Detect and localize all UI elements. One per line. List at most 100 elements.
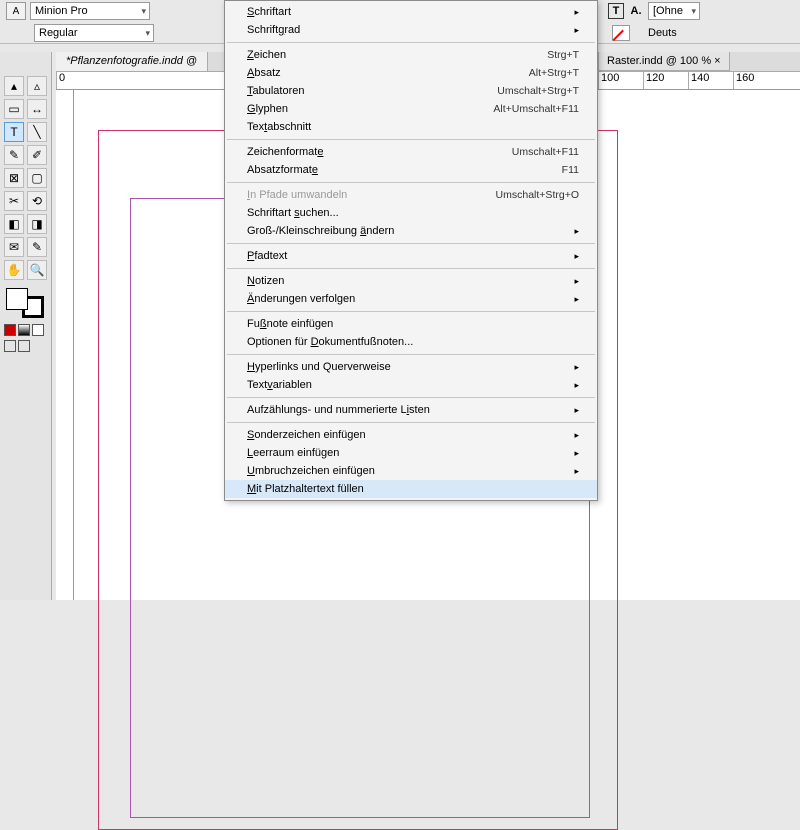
vertical-ruler	[56, 90, 74, 600]
charstyle-select[interactable]: [Ohne	[648, 2, 700, 20]
menu-item[interactable]: Leerraum einfügen	[225, 444, 597, 462]
menu-item[interactable]: Notizen	[225, 272, 597, 290]
apply-none-icon[interactable]	[32, 324, 44, 336]
menu-item[interactable]: Zeichenformate Umschalt+F11	[225, 143, 597, 161]
gap-tool-icon[interactable]: ↔	[27, 99, 47, 119]
menu-item[interactable]: Textvariablen	[225, 376, 597, 394]
menu-shortcut: Alt+Umschalt+F11	[493, 103, 579, 115]
menu-shortcut: Alt+Strg+T	[529, 67, 579, 79]
page-tool-icon[interactable]: ▭	[4, 99, 24, 119]
menu-item-label: Änderungen verfolgen	[247, 293, 355, 305]
menu-item-label: Fußnote einfügen	[247, 318, 333, 330]
line-tool-icon[interactable]: ╲	[27, 122, 47, 142]
scissors-tool-icon[interactable]: ✂	[4, 191, 24, 211]
pencil-tool-icon[interactable]: ✐	[27, 145, 47, 165]
eyedropper-tool-icon[interactable]: ✎	[27, 237, 47, 257]
apply-color-icon[interactable]	[4, 324, 16, 336]
menu-item[interactable]: Schriftart	[225, 3, 597, 21]
menu-item-label: Zeichen	[247, 49, 286, 61]
menu-item[interactable]: Hyperlinks und Querverweise	[225, 358, 597, 376]
normal-mode-icon[interactable]	[4, 340, 16, 352]
submenu-arrow-icon	[564, 404, 579, 416]
frame-tool-icon[interactable]: ⊠	[4, 168, 24, 188]
menu-item[interactable]: Groß-/Kleinschreibung ändern	[225, 222, 597, 240]
pen-tool-icon[interactable]: ✎	[4, 145, 24, 165]
gradient-swatch-tool-icon[interactable]: ◧	[4, 214, 24, 234]
menu-separator	[227, 311, 595, 312]
menu-item[interactable]: Mit Platzhaltertext füllen	[225, 480, 597, 498]
document-tab-1[interactable]: *Pflanzenfotografie.indd @	[56, 52, 208, 71]
gradient-feather-tool-icon[interactable]: ◨	[27, 214, 47, 234]
menu-item[interactable]: Pfadtext	[225, 247, 597, 265]
apply-gradient-icon[interactable]	[18, 324, 30, 336]
type-tool-icon[interactable]: T	[4, 122, 24, 142]
menu-item[interactable]: Optionen für Dokumentfußnoten...	[225, 333, 597, 351]
transform-tool-icon[interactable]: ⟲	[27, 191, 47, 211]
font-family-select[interactable]: Minion Pro	[30, 2, 150, 20]
char-panel-icon[interactable]: A	[6, 2, 26, 20]
submenu-arrow-icon	[564, 361, 579, 373]
menu-item-label: Notizen	[247, 275, 284, 287]
menu-item: In Pfade umwandelnUmschalt+Strg+O	[225, 186, 597, 204]
menu-item-label: Tabulatoren	[247, 85, 305, 97]
menu-item[interactable]: Fußnote einfügen	[225, 315, 597, 333]
menu-shortcut: Umschalt+F11	[512, 146, 579, 158]
direct-selection-tool-icon[interactable]: ▵	[27, 76, 47, 96]
document-tab-2[interactable]: Raster.indd @ 100 % ×	[598, 52, 730, 71]
note-tool-icon[interactable]: ✉	[4, 237, 24, 257]
menu-item[interactable]: Absatzformate F11	[225, 161, 597, 179]
menu-item[interactable]: Glyphen Alt+Umschalt+F11	[225, 100, 597, 118]
stroke-none-icon[interactable]	[612, 25, 630, 41]
menu-shortcut: Strg+T	[547, 49, 579, 61]
charstyle-icon: A.	[628, 3, 644, 19]
menu-shortcut: F11	[562, 164, 579, 176]
menu-item-label: Mit Platzhaltertext füllen	[247, 483, 364, 495]
menu-separator	[227, 42, 595, 43]
menu-item-label: Absatz	[247, 67, 281, 79]
menu-separator	[227, 397, 595, 398]
font-style-value: Regular	[39, 27, 78, 39]
menu-item-label: Sonderzeichen einfügen	[247, 429, 366, 441]
menu-item[interactable]: Tabulatoren Umschalt+Strg+T	[225, 82, 597, 100]
menu-separator	[227, 243, 595, 244]
charcolor-icon[interactable]: T	[608, 3, 624, 19]
menu-item-label: Pfadtext	[247, 250, 287, 262]
selection-tool-icon[interactable]: ▴	[4, 76, 24, 96]
submenu-arrow-icon	[564, 275, 579, 287]
menu-item[interactable]: Aufzählungs- und nummerierte Listen	[225, 401, 597, 419]
menu-item[interactable]: Änderungen verfolgen	[225, 290, 597, 308]
menu-item-label: Aufzählungs- und nummerierte Listen	[247, 404, 430, 416]
menu-item-label: Leerraum einfügen	[247, 447, 339, 459]
menu-item[interactable]: Absatz Alt+Strg+T	[225, 64, 597, 82]
language-label: Deuts	[648, 27, 677, 39]
font-family-value: Minion Pro	[35, 5, 88, 17]
menu-item-label: Optionen für Dokumentfußnoten...	[247, 336, 413, 348]
zoom-tool-icon[interactable]: 🔍	[27, 260, 47, 280]
submenu-arrow-icon	[564, 465, 579, 477]
submenu-arrow-icon	[564, 293, 579, 305]
menu-item[interactable]: Sonderzeichen einfügen	[225, 426, 597, 444]
menu-separator	[227, 182, 595, 183]
screen-mode-row	[4, 340, 47, 352]
submenu-arrow-icon	[564, 379, 579, 391]
menu-item[interactable]: Zeichen Strg+T	[225, 46, 597, 64]
color-mode-row	[4, 324, 47, 336]
font-style-select[interactable]: Regular	[34, 24, 154, 42]
preview-mode-icon[interactable]	[18, 340, 30, 352]
fill-stroke-icon[interactable]	[4, 286, 46, 320]
menu-item[interactable]: Schriftart suchen...	[225, 204, 597, 222]
submenu-arrow-icon	[564, 429, 579, 441]
type-menu: SchriftartSchriftgrad Zeichen Strg+T Absatz…	[224, 0, 598, 501]
menu-separator	[227, 139, 595, 140]
menu-item[interactable]: Umbruchzeichen einfügen	[225, 462, 597, 480]
menu-separator	[227, 422, 595, 423]
menu-item-label: Groß-/Kleinschreibung ändern	[247, 225, 394, 237]
menu-item-label: Glyphen	[247, 103, 288, 115]
menu-item[interactable]: Textabschnitt	[225, 118, 597, 136]
hand-tool-icon[interactable]: ✋	[4, 260, 24, 280]
menu-item[interactable]: Schriftgrad	[225, 21, 597, 39]
rectangle-tool-icon[interactable]: ▢	[27, 168, 47, 188]
menu-shortcut: Umschalt+Strg+T	[497, 85, 579, 97]
menu-item-label: Absatzformate	[247, 164, 318, 176]
menu-item-label: Zeichenformate	[247, 146, 323, 158]
